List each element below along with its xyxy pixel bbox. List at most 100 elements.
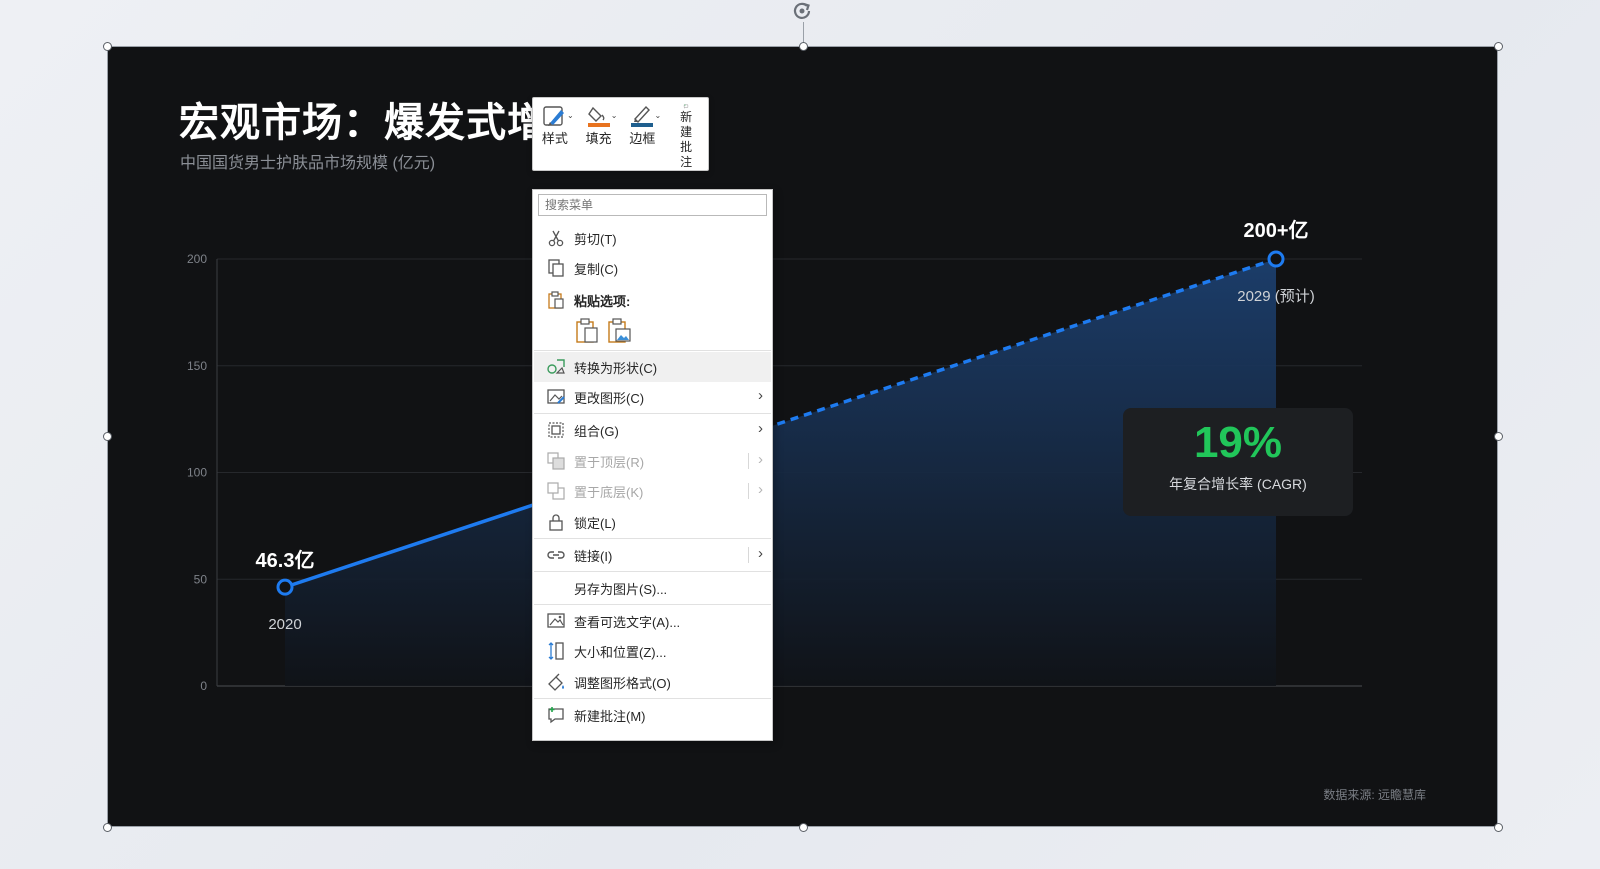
menu-item-alt-text-label: 查看可选文字(A)...	[574, 614, 681, 630]
y-tick-label: 50	[194, 572, 208, 586]
menu-separator	[534, 413, 771, 414]
slide-subtitle: 中国国货男士护肤品市场规模 (亿元)	[180, 155, 436, 172]
start-year-label: 2020	[268, 616, 301, 633]
slide-title: 宏观市场：爆发式增长	[179, 101, 589, 145]
scissors-icon	[548, 230, 564, 247]
link-icon	[547, 551, 565, 559]
menu-item-save-as-picture-label: 另存为图片(S)...	[574, 581, 668, 597]
resize-handle-top-right[interactable]	[1494, 42, 1503, 51]
resize-handle-bottom-left[interactable]	[103, 823, 112, 832]
slide-canvas[interactable]: 0 50 100 150 200 46.3亿 2020 200+亿 2029 (预计) …	[107, 46, 1498, 827]
menu-item-cut-label: 剪切(T)	[574, 231, 617, 247]
menu-item-alt-text[interactable]: 查看可选文字(A)...	[534, 606, 771, 636]
new-comment-button[interactable]: 新建批注	[664, 98, 708, 170]
new-comment-icon	[684, 104, 689, 109]
pen-outline-icon	[631, 105, 654, 127]
size-position-icon	[548, 642, 564, 660]
lock-icon	[549, 514, 563, 531]
y-tick-label: 0	[200, 679, 207, 693]
chevron-right-icon: ›	[758, 451, 763, 468]
border-button[interactable]: ⌄ 边框	[621, 98, 665, 170]
alt-text-icon	[547, 613, 565, 628]
menu-item-paste-options: 粘贴选项:	[534, 285, 771, 315]
y-tick-label: 150	[187, 359, 207, 373]
menu-item-convert-shape-label: 转换为形状(C)	[574, 360, 658, 376]
data-source: 数据来源: 远瞻慧库	[1323, 788, 1426, 802]
end-year-label: 2029 (预计)	[1237, 288, 1315, 305]
resize-handle-top[interactable]	[799, 42, 808, 51]
resize-handle-top-left[interactable]	[103, 42, 112, 51]
menu-item-size-position[interactable]: 大小和位置(Z)...	[534, 636, 771, 666]
context-menu: 剪切(T) 复制(C) 粘贴选项: 转换为形状(C)	[532, 189, 773, 741]
chevron-right-icon: ›	[758, 387, 763, 404]
menu-item-lock[interactable]: 锁定(L)	[534, 507, 771, 537]
menu-item-cut[interactable]: 剪切(T)	[534, 223, 771, 253]
chevron-right-icon: ›	[758, 545, 763, 562]
style-button[interactable]: ⌄ 样式	[533, 98, 577, 170]
chevron-down-icon: ⌄	[610, 111, 618, 120]
new-comment-icon	[548, 707, 564, 724]
menu-split-divider	[748, 483, 749, 499]
menu-item-new-comment[interactable]: 新建批注(M)	[534, 700, 771, 730]
change-graphic-icon	[547, 389, 565, 404]
rotate-handle-icon[interactable]	[791, 0, 813, 22]
y-tick-label: 200	[187, 252, 207, 266]
menu-item-size-position-label: 大小和位置(Z)...	[574, 644, 667, 660]
menu-item-format-graphic-label: 调整图形格式(O)	[574, 675, 671, 691]
chevron-right-icon: ›	[758, 420, 763, 437]
convert-shape-icon	[547, 359, 565, 374]
menu-item-bring-to-front[interactable]: 置于顶层(R) ›	[534, 446, 771, 476]
resize-handle-bottom-right[interactable]	[1494, 823, 1503, 832]
menu-separator	[534, 698, 771, 699]
menu-search-input[interactable]	[538, 194, 767, 216]
menu-item-new-comment-label: 新建批注(M)	[574, 708, 646, 724]
menu-item-send-to-back-label: 置于底层(K)	[574, 484, 644, 500]
chart-point-2029	[1267, 250, 1285, 268]
menu-item-group[interactable]: 组合(G) ›	[534, 415, 771, 445]
paint-bucket-icon	[587, 106, 610, 127]
mini-toolbar: ⌄ 样式 ⌄ 填充 ⌄ 边框 新建批注	[532, 97, 709, 171]
chart-y-ticks: 0 50 100 150 200	[187, 252, 207, 693]
border-label: 边框	[629, 131, 656, 146]
y-tick-label: 100	[187, 466, 207, 480]
cagr-card: 19% 年复合增长率 (CAGR)	[1123, 408, 1353, 516]
menu-split-divider	[748, 453, 749, 469]
menu-item-link-label: 链接(I)	[574, 548, 613, 564]
menu-split-divider	[748, 547, 749, 563]
menu-item-change-graphic[interactable]: 更改图形(C) ›	[534, 382, 771, 412]
menu-item-copy[interactable]: 复制(C)	[534, 253, 771, 283]
paste-keep-source-icon[interactable]	[575, 318, 599, 344]
bring-to-front-icon	[547, 452, 565, 470]
cagr-value: 19%	[1193, 418, 1283, 467]
menu-separator	[534, 604, 771, 605]
chart-point-2020	[276, 578, 294, 596]
format-graphic-icon	[548, 673, 564, 691]
menu-item-lock-label: 锁定(L)	[574, 515, 616, 531]
send-to-back-icon	[547, 482, 565, 500]
menu-item-format-graphic[interactable]: 调整图形格式(O)	[534, 667, 771, 697]
paste-as-picture-icon[interactable]	[607, 318, 631, 344]
fill-button[interactable]: ⌄ 填充	[577, 98, 621, 170]
menu-item-link[interactable]: 链接(I) ›	[534, 540, 771, 570]
new-comment-label: 新建批注	[680, 110, 693, 169]
menu-item-copy-label: 复制(C)	[574, 261, 619, 277]
menu-item-save-as-picture[interactable]: 另存为图片(S)...	[534, 573, 771, 603]
menu-item-change-graphic-label: 更改图形(C)	[574, 390, 645, 406]
menu-item-convert-shape[interactable]: 转换为形状(C)	[534, 352, 771, 382]
menu-separator	[534, 571, 771, 572]
shape-style-icon	[543, 106, 564, 126]
menu-item-paste-options-label: 粘贴选项:	[574, 293, 631, 309]
menu-item-bring-to-front-label: 置于顶层(R)	[574, 454, 645, 470]
fill-label: 填充	[585, 131, 612, 146]
resize-handle-right[interactable]	[1494, 432, 1503, 441]
resize-handle-bottom[interactable]	[799, 823, 808, 832]
resize-handle-left[interactable]	[103, 432, 112, 441]
end-value-label: 200+亿	[1243, 218, 1308, 242]
group-icon	[548, 422, 564, 438]
menu-item-send-to-back[interactable]: 置于底层(K) ›	[534, 476, 771, 506]
chevron-down-icon: ⌄	[654, 111, 662, 120]
menu-separator	[534, 538, 771, 539]
start-value-label: 46.3亿	[256, 548, 315, 572]
chevron-down-icon: ⌄	[567, 111, 574, 120]
cagr-label: 年复合增长率 (CAGR)	[1169, 476, 1307, 492]
